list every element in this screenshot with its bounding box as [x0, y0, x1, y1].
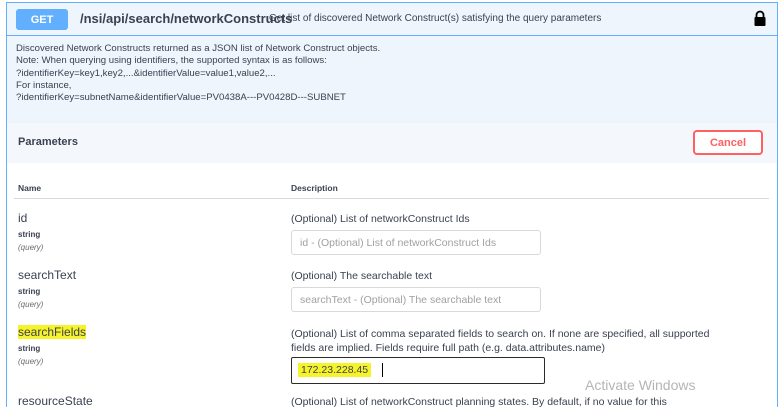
searchtext-input[interactable] — [291, 287, 541, 312]
param-name-highlight: searchFields — [18, 325, 87, 339]
param-location: (query) — [18, 243, 44, 252]
http-method-badge: GET — [16, 9, 68, 30]
param-name-searchtext: searchText — [18, 268, 77, 282]
param-description: (Optional) The searchable text — [291, 270, 433, 282]
param-name-searchfields: searchFields — [18, 325, 87, 339]
param-name-resourcestate: resourceState — [18, 394, 93, 407]
searchfields-input-value: 172.23.228.45 — [298, 363, 372, 377]
description-line: ?identifierKey=key1,key2,...&identifierV… — [16, 67, 276, 79]
description-line: Discovered Network Constructs returned a… — [16, 43, 381, 54]
activate-windows-watermark: Activate Windows — [585, 377, 696, 393]
description-line: ?identifierKey=subnetName&identifierValu… — [16, 92, 346, 104]
param-description: (Optional) List of comma separated field… — [291, 327, 771, 355]
api-docs-page: GET /nsi/api/search/networkConstructs Ge… — [0, 0, 784, 407]
param-description: (Optional) List of networkConstruct plan… — [291, 396, 667, 407]
param-description-line: fields are implied. Fields require full … — [291, 342, 605, 354]
id-input[interactable] — [291, 230, 541, 255]
endpoint-path: /nsi/api/search/networkConstructs — [80, 11, 293, 26]
parameters-table: Name Description id string (query) (Opti… — [7, 163, 777, 407]
lock-icon[interactable] — [753, 10, 767, 27]
operation-summary[interactable]: GET /nsi/api/search/networkConstructs Ge… — [7, 3, 777, 36]
column-header-description: Description — [291, 183, 338, 193]
param-type: string — [18, 344, 41, 353]
param-description-line: (Optional) List of comma separated field… — [291, 328, 710, 340]
description-line: Note: When querying using identifiers, t… — [16, 55, 327, 67]
column-header-name: Name — [18, 183, 42, 193]
parameters-title: Parameters — [18, 136, 78, 148]
operation-description: Discovered Network Constructs returned a… — [16, 43, 756, 104]
param-type: string — [18, 287, 41, 296]
searchfields-input[interactable]: 172.23.228.45 — [291, 357, 545, 384]
table-divider — [14, 198, 769, 199]
text-cursor — [382, 363, 383, 377]
operation-summary-text: Get list of discovered Network Construct… — [269, 13, 602, 24]
operation-block-get: GET /nsi/api/search/networkConstructs Ge… — [6, 2, 778, 407]
param-description: (Optional) List of networkConstruct Ids — [291, 213, 470, 225]
parameters-header: Parameters Cancel — [7, 123, 777, 163]
param-location: (query) — [18, 300, 44, 309]
param-name-id: id — [18, 211, 28, 225]
param-location: (query) — [18, 357, 44, 366]
param-type: string — [18, 230, 41, 239]
cancel-button[interactable]: Cancel — [693, 130, 763, 155]
description-line: For instance, — [16, 79, 72, 91]
